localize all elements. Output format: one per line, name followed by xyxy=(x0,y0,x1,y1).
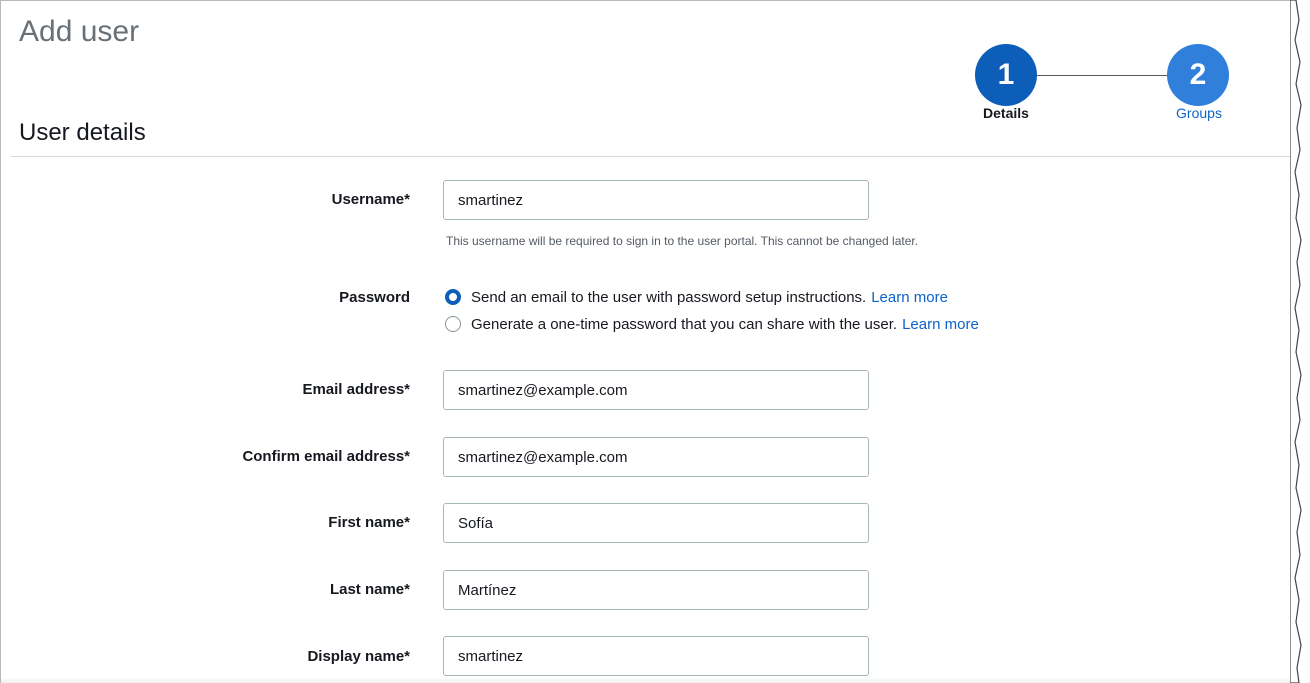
password-option-otp-text: Generate a one-time password that you ca… xyxy=(471,315,898,333)
last-name-label: Last name* xyxy=(329,581,410,598)
password-option-email[interactable]: Send an email to the user with password … xyxy=(445,287,948,307)
email-input[interactable] xyxy=(443,370,869,410)
learn-more-link[interactable]: Learn more xyxy=(871,289,948,306)
step-2-label[interactable]: Groups xyxy=(1139,105,1259,121)
last-name-input[interactable] xyxy=(443,570,869,610)
username-hint: This username will be required to sign i… xyxy=(446,234,919,248)
confirm-email-input[interactable] xyxy=(443,437,869,477)
username-label: Username* xyxy=(331,191,410,208)
section-divider xyxy=(11,156,1296,157)
step-2-circle[interactable]: 2 xyxy=(1167,44,1229,106)
password-option-otp[interactable]: Generate a one-time password that you ca… xyxy=(445,314,979,334)
cut-off-edge xyxy=(1,677,1296,683)
add-user-page: Add user 1 2 Details Groups User details… xyxy=(0,0,1296,683)
password-option-email-text: Send an email to the user with password … xyxy=(471,288,867,306)
learn-more-link[interactable]: Learn more xyxy=(902,316,979,333)
section-title: User details xyxy=(19,119,146,146)
confirm-email-label: Confirm email address* xyxy=(242,448,410,465)
radio-selected[interactable] xyxy=(445,289,461,305)
display-name-input[interactable] xyxy=(443,636,869,676)
page-title: Add user xyxy=(19,15,140,48)
torn-edge-decoration xyxy=(1290,0,1302,683)
step-1-label: Details xyxy=(983,105,1029,121)
stepper-connector xyxy=(1037,75,1167,76)
first-name-label: First name* xyxy=(328,514,410,531)
display-name-label: Display name* xyxy=(307,648,410,665)
password-label: Password xyxy=(339,289,410,306)
first-name-input[interactable] xyxy=(443,503,869,543)
email-label: Email address* xyxy=(302,381,410,398)
step-1-circle[interactable]: 1 xyxy=(975,44,1037,106)
username-input[interactable] xyxy=(443,180,869,220)
radio-unselected[interactable] xyxy=(445,316,461,332)
